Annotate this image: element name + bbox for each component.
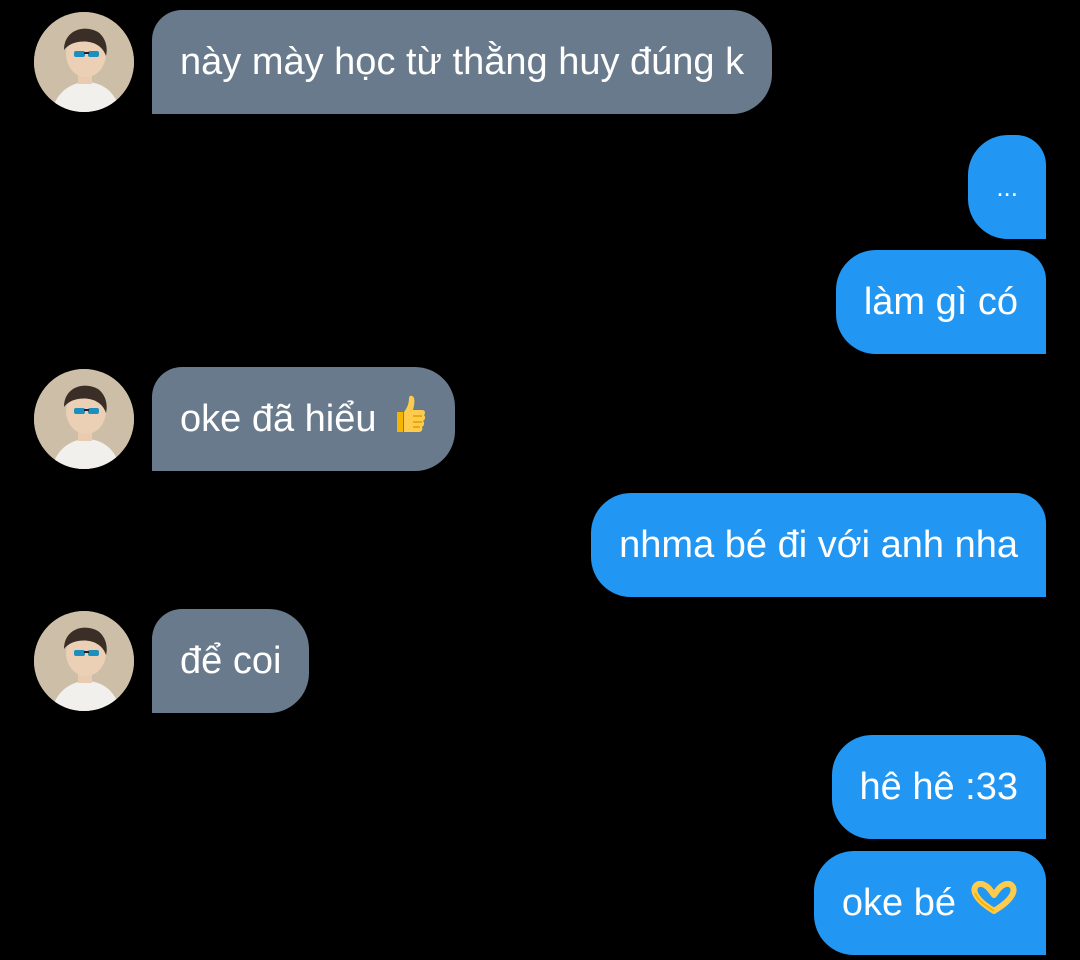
message-bubble-outgoing[interactable]: oke bé: [813, 851, 1046, 955]
message-text: oke đã hiểu: [180, 397, 377, 440]
message-text: này mày học từ thằng huy đúng k: [180, 40, 745, 83]
message-bubble-outgoing[interactable]: làm gì có: [835, 250, 1046, 354]
heart-hands-icon: [970, 880, 1018, 925]
message-text: ...: [996, 171, 1018, 202]
contact-avatar[interactable]: [34, 611, 134, 711]
message-bubble-outgoing[interactable]: hê hê :33: [831, 735, 1046, 839]
message-text: để coi: [180, 639, 282, 682]
thumbs-up-icon: [391, 394, 427, 444]
message-bubble-incoming[interactable]: để coi: [152, 609, 310, 713]
message-bubble-incoming[interactable]: oke đã hiểu: [152, 367, 455, 471]
message-text: nhma bé đi với anh nha: [619, 523, 1018, 566]
contact-avatar[interactable]: [34, 369, 134, 469]
message-text: oke bé: [841, 881, 956, 924]
message-bubble-outgoing[interactable]: nhma bé đi với anh nha: [591, 493, 1046, 597]
message-text: làm gì có: [863, 280, 1018, 323]
message-text: hê hê :33: [859, 765, 1018, 808]
message-bubble-incoming[interactable]: này mày học từ thằng huy đúng k: [152, 10, 773, 114]
message-bubble-outgoing[interactable]: ...: [968, 135, 1046, 239]
contact-avatar[interactable]: [34, 12, 134, 112]
